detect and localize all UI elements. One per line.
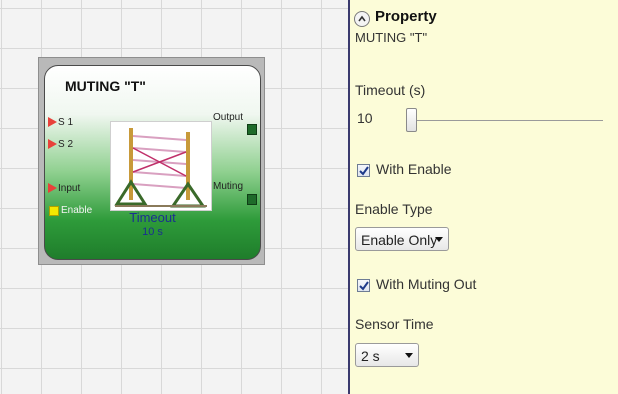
timeout-label: Timeout (s) [355, 82, 426, 98]
function-block-param-label: Timeout [129, 210, 176, 225]
timeout-slider-track[interactable] [407, 120, 603, 121]
property-panel: Property MUTING "T" Timeout (s) 10 With … [350, 0, 618, 394]
muting-light-curtain-image [110, 121, 212, 211]
design-canvas[interactable]: MUTING "T" S 1 S 2 Input Enable Output M… [0, 0, 349, 394]
enable-type-value: Enable Only [361, 232, 438, 248]
input-pin-s2-icon[interactable] [48, 139, 57, 149]
muting-t-function-block[interactable]: MUTING "T" S 1 S 2 Input Enable Output M… [38, 57, 265, 265]
enable-type-dropdown[interactable]: Enable Only [355, 227, 449, 251]
property-subtitle: MUTING "T" [355, 30, 428, 45]
muting-pin-icon[interactable] [247, 194, 257, 205]
input-pin-input-label: Input [58, 183, 81, 194]
muting-pin-label: Muting [213, 181, 244, 192]
collapse-button[interactable] [354, 11, 370, 27]
timeout-slider-thumb[interactable] [406, 108, 417, 132]
dropdown-arrow-icon [405, 353, 413, 358]
input-pin-s1-icon[interactable] [48, 117, 57, 127]
chevron-up-icon [358, 15, 366, 22]
with-muting-out-checkbox[interactable] [357, 279, 370, 292]
with-enable-checkbox[interactable] [357, 164, 370, 177]
property-title: Property [375, 8, 437, 25]
sensor-time-dropdown[interactable]: 2 s [355, 343, 419, 367]
function-block-param-value: 10 s [142, 226, 163, 238]
output-pin-label: Output [213, 112, 244, 123]
function-block-body[interactable]: MUTING "T" S 1 S 2 Input Enable Output M… [44, 65, 261, 260]
with-enable-label: With Enable [376, 161, 452, 177]
with-muting-out-label: With Muting Out [376, 276, 477, 292]
sensor-time-value: 2 s [361, 348, 380, 364]
sensor-time-label: Sensor Time [355, 316, 434, 332]
input-pin-s2-label: S 2 [58, 139, 74, 150]
input-pin-input-icon[interactable] [48, 183, 57, 193]
function-block-title: MUTING "T" [65, 78, 146, 94]
timeout-value: 10 [357, 110, 373, 126]
output-pin-icon[interactable] [247, 124, 257, 135]
dropdown-arrow-icon [435, 237, 443, 242]
input-pin-s1-label: S 1 [58, 117, 74, 128]
enable-type-label: Enable Type [355, 201, 433, 217]
checkmark-icon [359, 281, 369, 291]
checkmark-icon [359, 166, 369, 176]
